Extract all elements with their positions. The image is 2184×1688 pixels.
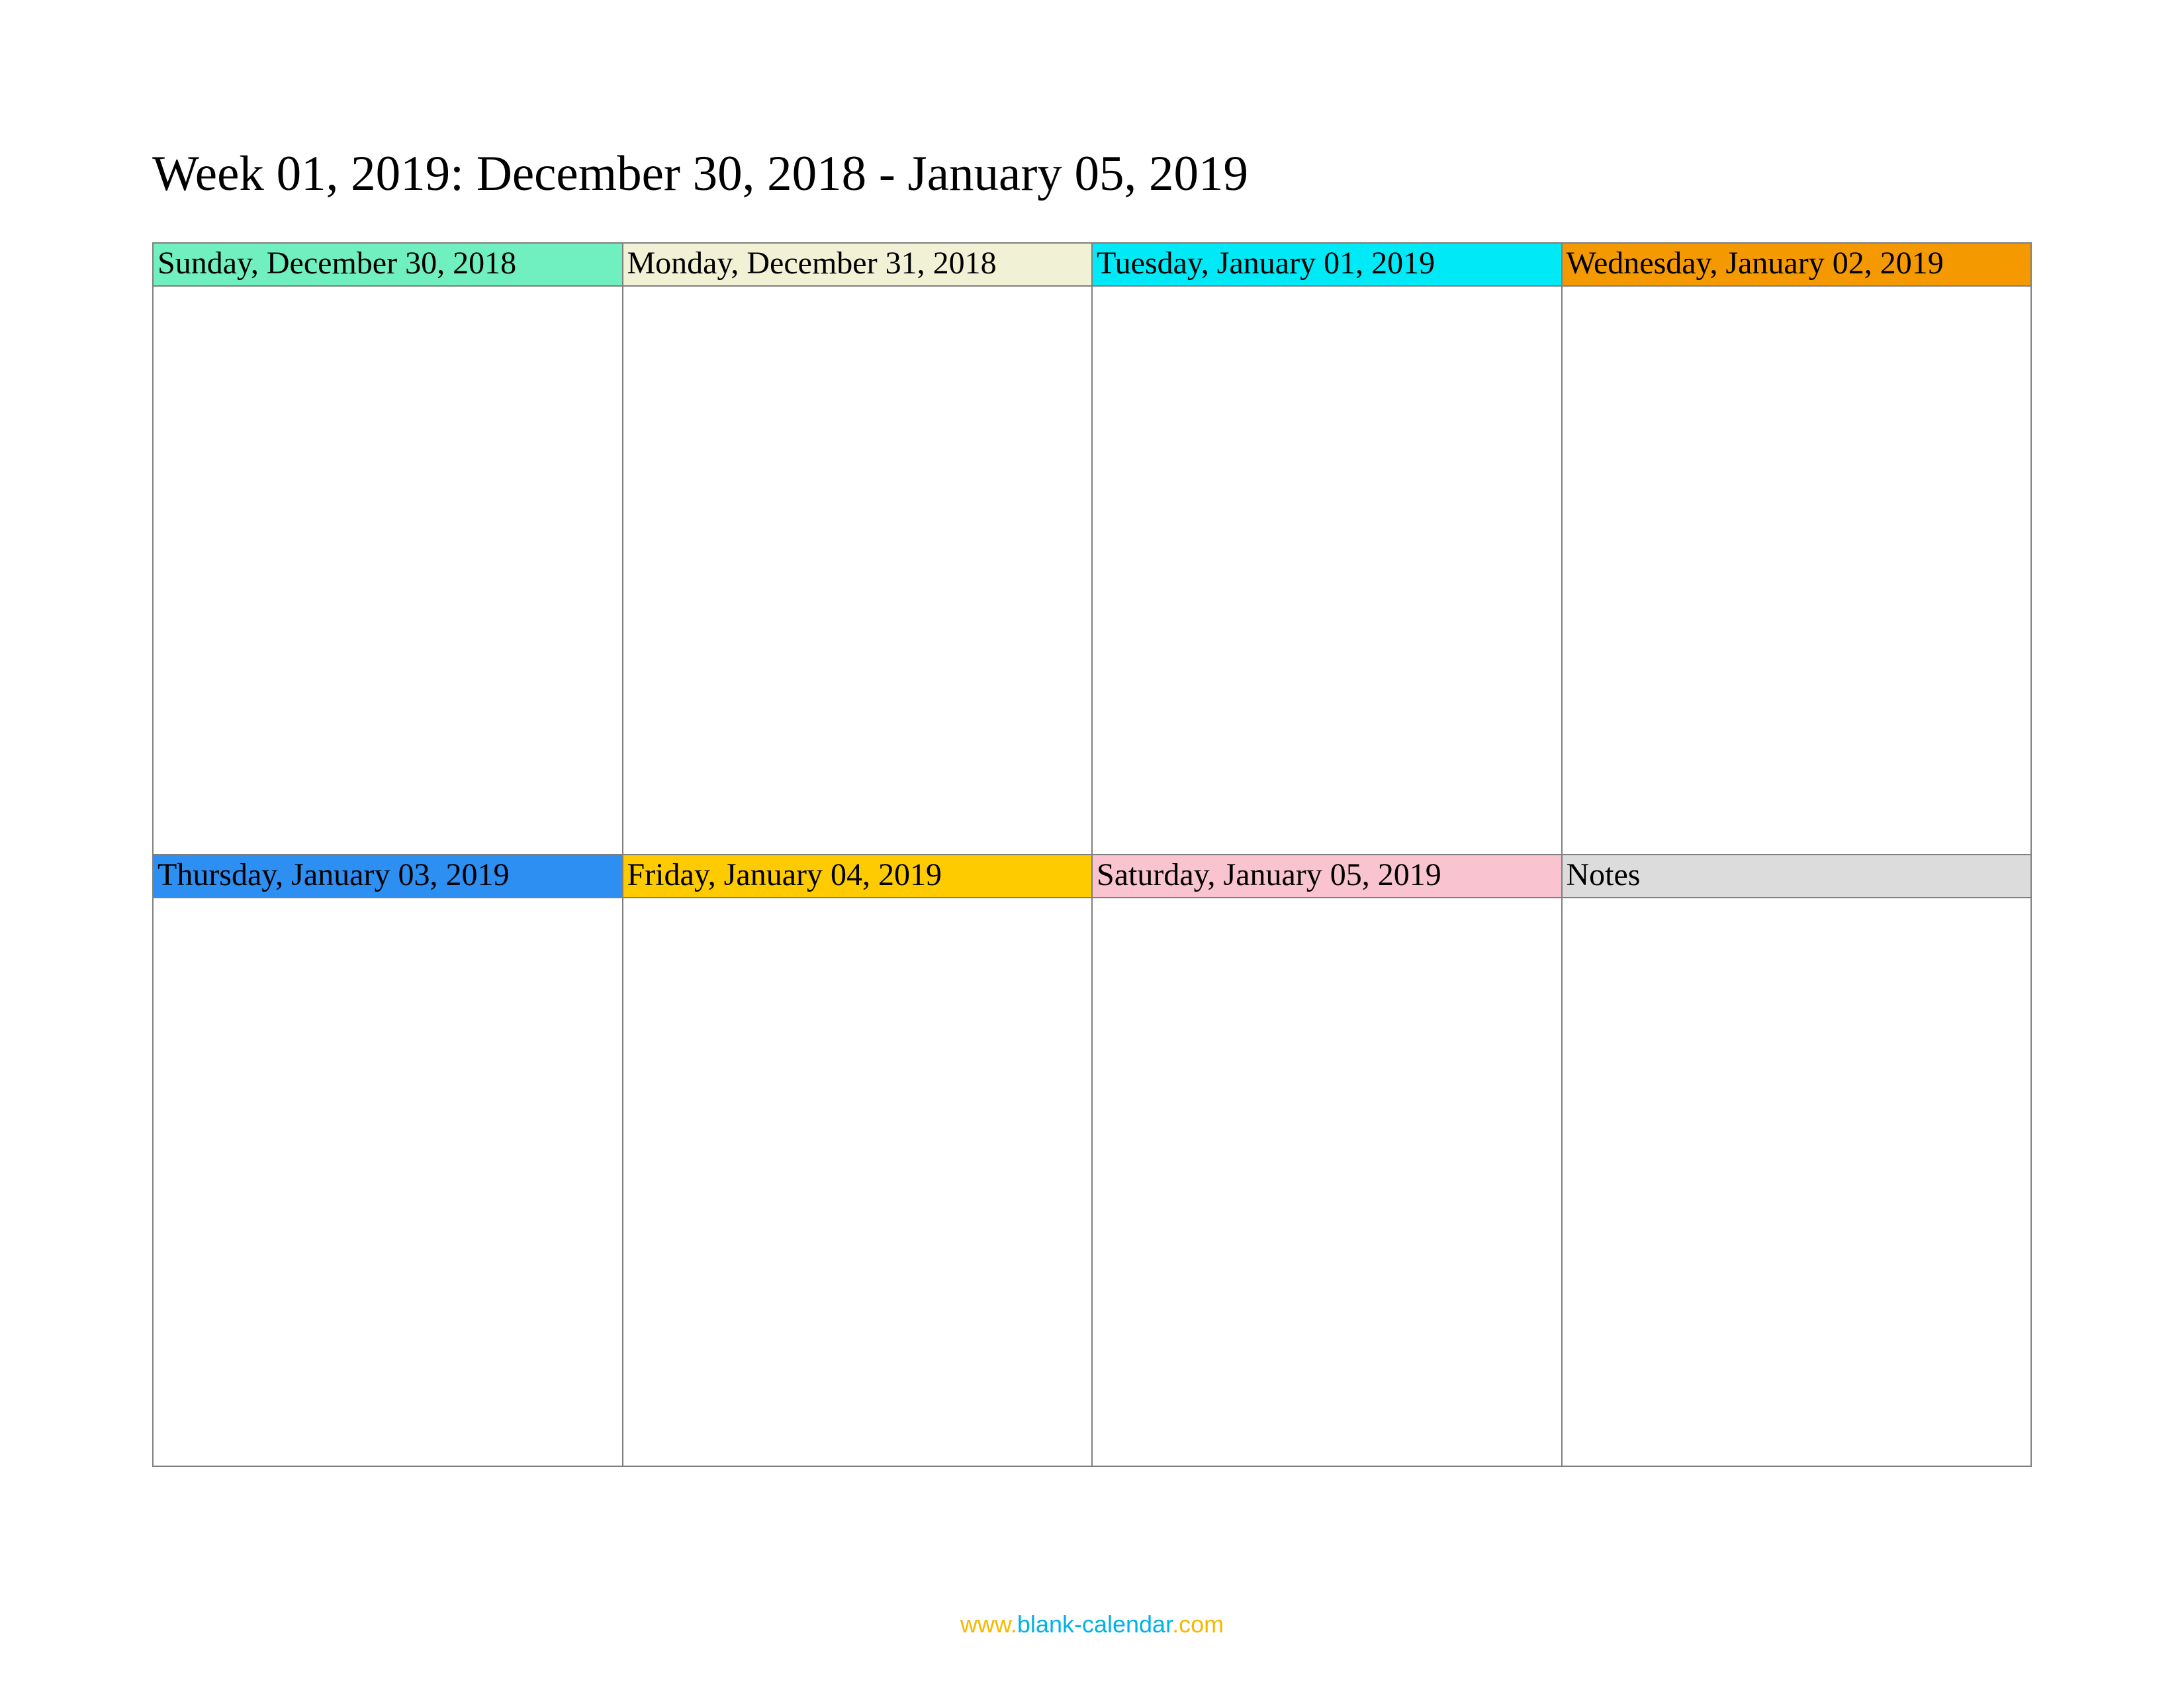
day-body-wednesday[interactable] [1561,285,2031,854]
day-body-thursday[interactable] [152,897,622,1466]
calendar-page: Week 01, 2019: December 30, 2018 - Janua… [0,0,2184,1688]
notes-header: Notes [1561,854,2031,897]
day-header-sunday: Sunday, December 30, 2018 [152,242,622,285]
footer-domain: blank-calendar [1017,1611,1172,1638]
day-body-saturday[interactable] [1091,897,1561,1466]
page-title: Week 01, 2019: December 30, 2018 - Janua… [152,146,2032,203]
day-header-friday: Friday, January 04, 2019 [622,854,1092,897]
footer-link[interactable]: www.blank-calendar.com [0,1611,2184,1638]
footer-prefix: www. [960,1611,1017,1638]
day-body-tuesday[interactable] [1091,285,1561,854]
day-header-wednesday: Wednesday, January 02, 2019 [1561,242,2031,285]
day-header-saturday: Saturday, January 05, 2019 [1091,854,1561,897]
week-grid: Sunday, December 30, 2018 Monday, Decemb… [152,242,2032,1467]
day-header-thursday: Thursday, January 03, 2019 [152,854,622,897]
day-body-sunday[interactable] [152,285,622,854]
day-header-monday: Monday, December 31, 2018 [622,242,1092,285]
day-body-friday[interactable] [622,897,1092,1466]
day-header-tuesday: Tuesday, January 01, 2019 [1091,242,1561,285]
notes-body[interactable] [1561,897,2031,1466]
day-body-monday[interactable] [622,285,1092,854]
footer-suffix: .com [1172,1611,1224,1638]
